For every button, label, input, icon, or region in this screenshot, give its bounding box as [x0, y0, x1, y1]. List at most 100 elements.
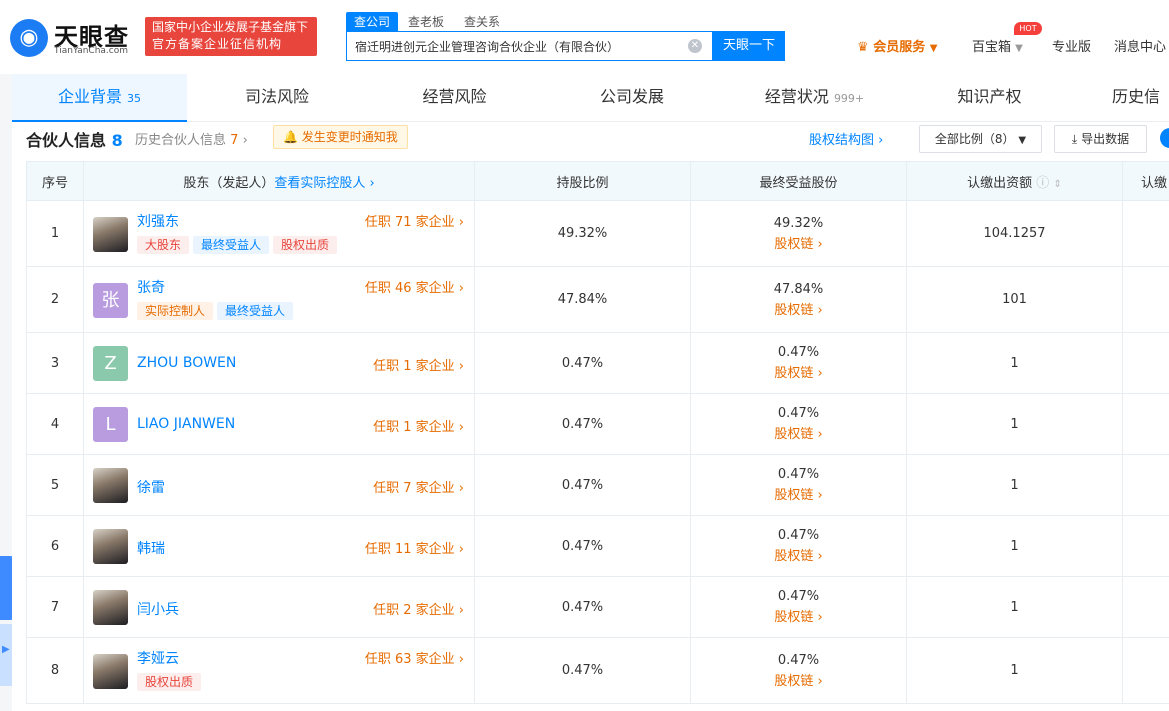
chevron-right-icon: ›: [817, 673, 823, 689]
search-button[interactable]: 天眼一下: [713, 31, 785, 61]
avatar-photo[interactable]: [93, 653, 128, 689]
history-count: 7: [230, 133, 239, 148]
section-title: 合伙人信息 8: [26, 127, 123, 151]
equity-chain-label: 股权链: [774, 427, 814, 442]
avatar[interactable]: Z: [93, 346, 128, 381]
cell-ratio: 0.47%: [474, 637, 691, 704]
logo[interactable]: ◉ 天眼查 TianYanCha.com: [10, 17, 135, 59]
tab-company-development[interactable]: 公司发展: [542, 74, 722, 122]
cell-capital: 1: [906, 515, 1123, 577]
equity-chain-link[interactable]: 股权链 ›: [691, 363, 906, 384]
positions-link[interactable]: 任职 71 家企业 ›: [365, 211, 464, 230]
tab-search-company[interactable]: 查公司: [346, 12, 399, 32]
avatar-photo[interactable]: [93, 216, 128, 252]
cell-next: [1122, 515, 1169, 577]
col-capital[interactable]: 认缴出资额 ⓘ ⇕: [906, 161, 1123, 201]
actual-controller-link[interactable]: 查看实际控股人 ›: [274, 176, 374, 191]
cell-ratio: 0.47%: [474, 576, 691, 638]
equity-chain-label: 股权链: [774, 236, 814, 252]
partners-table: 序号 股东（发起人）查看实际控股人 › 持股比例 最终受益股份 认缴出资额 ⓘ …: [26, 161, 1169, 704]
tag-badge: 最终受益人: [217, 302, 294, 320]
download-icon: ⤓: [1071, 132, 1078, 146]
shareholder-name-link[interactable]: 徐雷: [137, 477, 165, 497]
baibao-menu[interactable]: 百宝箱 ▼: [972, 36, 1023, 55]
tab-operating-status[interactable]: 经营状况 999+: [722, 74, 907, 122]
equity-chain-link[interactable]: 股权链 ›: [691, 671, 906, 692]
equity-chain-link[interactable]: 股权链 ›: [691, 485, 906, 506]
cell-ratio: 0.47%: [474, 393, 691, 455]
shareholder-name-link[interactable]: 闫小兵: [137, 599, 179, 619]
equity-chain-link[interactable]: 股权链 ›: [691, 424, 906, 445]
shareholder-name-link[interactable]: LIAO JIANWEN: [137, 416, 235, 432]
notify-button[interactable]: 🔔 发生变更时通知我: [273, 125, 408, 149]
positions-link[interactable]: 任职 63 家企业 ›: [365, 648, 464, 667]
avatar-photo[interactable]: [93, 468, 128, 503]
question-icon[interactable]: ⓘ: [1036, 176, 1049, 191]
tag-badge: 实际控制人: [137, 302, 214, 320]
cell-index: 6: [26, 515, 84, 577]
tab-company-background[interactable]: 企业背景 35: [12, 74, 187, 122]
shareholder-name-link[interactable]: 韩瑞: [137, 538, 165, 558]
shareholder-name-link[interactable]: 刘强东: [137, 211, 179, 231]
chevron-right-icon: ›: [458, 281, 464, 296]
chevron-right-icon: ›: [458, 215, 464, 230]
tab-search-relation[interactable]: 查关系: [456, 12, 508, 32]
equity-chain-link[interactable]: 股权链 ›: [691, 546, 906, 567]
export-button[interactable]: ⤓ 导出数据: [1054, 125, 1147, 153]
equity-structure-link[interactable]: 股权结构图 ›: [809, 129, 883, 148]
shareholder-name-link[interactable]: 张奇: [137, 277, 165, 297]
cell-index: 1: [26, 200, 84, 267]
message-center-link[interactable]: 消息中心: [1114, 36, 1166, 55]
avatar[interactable]: L: [93, 407, 128, 442]
equity-chain-link[interactable]: 股权链 ›: [691, 300, 906, 321]
vip-service-link[interactable]: ♛ 会员服务 ▼: [857, 36, 937, 55]
equity-chain-label: 股权链: [774, 549, 814, 564]
positions-link[interactable]: 任职 2 家企业 ›: [373, 599, 464, 618]
top-bar: ◉ 天眼查 TianYanCha.com 国家中小企业发展子基金旗下 官方备案企…: [0, 0, 1169, 74]
help-icon[interactable]: [1160, 128, 1169, 148]
tag-badge: 股权出质: [273, 236, 338, 254]
shareholder-name-link[interactable]: 李娅云: [137, 648, 179, 668]
avatar-photo[interactable]: [93, 529, 128, 564]
equity-chain-link[interactable]: 股权链 ›: [691, 234, 906, 255]
positions-label: 任职 2 家企业: [373, 602, 455, 618]
positions-link[interactable]: 任职 46 家企业 ›: [365, 277, 464, 296]
positions-link[interactable]: 任职 1 家企业 ›: [373, 416, 464, 435]
search-input[interactable]: [355, 37, 685, 55]
tab-search-boss[interactable]: 查老板: [400, 12, 452, 32]
avatar-photo[interactable]: [93, 590, 128, 625]
clear-icon[interactable]: ✕: [688, 39, 702, 53]
col-index: 序号: [26, 161, 84, 201]
tab-intellectual-property[interactable]: 知识产权: [907, 74, 1072, 122]
pro-version-link[interactable]: 专业版: [1052, 36, 1091, 55]
positions-link[interactable]: 任职 11 家企业 ›: [365, 538, 464, 557]
tab-judicial-risk[interactable]: 司法风险: [187, 74, 367, 122]
cell-shareholder: 李娅云 任职 63 家企业 › 股权出质: [83, 637, 475, 704]
equity-chain-label: 股权链: [774, 488, 814, 503]
crown-icon: ♛: [857, 40, 869, 55]
sort-icon[interactable]: ⇕: [1053, 179, 1061, 190]
history-partners-link[interactable]: 历史合伙人信息 7 ›: [135, 129, 248, 148]
bell-icon: 🔔: [283, 130, 298, 144]
table-header-row: 序号 股东（发起人）查看实际控股人 › 持股比例 最终受益股份 认缴出资额 ⓘ …: [26, 161, 1169, 201]
chevron-right-icon: ›: [458, 358, 464, 374]
equity-chain-link[interactable]: 股权链 ›: [691, 607, 906, 628]
positions-label: 任职 46 家企业: [364, 281, 455, 296]
equity-chain-label: 股权链: [774, 673, 814, 689]
chevron-right-icon: ›: [458, 602, 464, 618]
col-shareholder: 股东（发起人）查看实际控股人 ›: [83, 161, 475, 201]
cell-shareholder: 张张奇 任职 46 家企业 › 实际控制人 最终受益人: [83, 266, 475, 333]
cell-final-benefit: 0.47% 股权链 ›: [690, 515, 907, 577]
eye-logo-icon: ◉: [10, 19, 48, 57]
ratio-filter-dropdown[interactable]: 全部比例（8） ▼: [919, 125, 1042, 153]
tab-business-risk[interactable]: 经营风险: [367, 74, 542, 122]
shareholder-name-link[interactable]: ZHOU BOWEN: [137, 355, 236, 371]
table-row: 7 闫小兵 任职 2 家企业 › 0.47% 0.47% 股权链 › 1: [26, 576, 1169, 638]
positions-link[interactable]: 任职 1 家企业 ›: [373, 355, 464, 374]
cell-capital: 101: [906, 266, 1123, 333]
vip-label: 会员服务: [873, 40, 926, 55]
chevron-right-icon: ›: [817, 488, 823, 503]
avatar[interactable]: 张: [93, 282, 128, 318]
positions-link[interactable]: 任职 7 家企业 ›: [373, 477, 464, 496]
tab-history[interactable]: 历史信: [1112, 74, 1169, 122]
